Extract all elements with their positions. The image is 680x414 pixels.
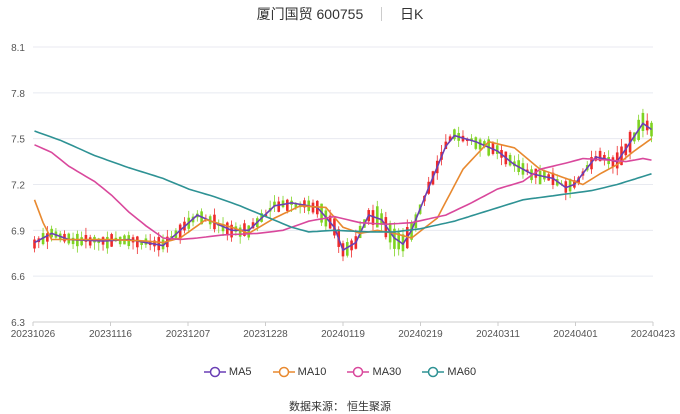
x-tick-label: 20240401: [553, 329, 598, 340]
x-tick-label: 20231228: [243, 329, 288, 340]
legend-item-ma60[interactable]: MA60: [422, 366, 476, 378]
y-tick-label: 7.2: [11, 181, 25, 192]
kline-chart: 6.36.66.97.27.57.88.1 20231026 20231116 20…: [11, 43, 676, 340]
candle-body: [157, 237, 161, 251]
moving-average-lines: [33, 122, 652, 252]
source-name: 恒生聚源: [347, 401, 392, 413]
legend-marker-ma5: [203, 366, 226, 378]
legend-dot-ma60: [428, 366, 439, 378]
y-tick-label: 7.8: [11, 89, 25, 100]
legend-dot-ma5: [209, 366, 221, 378]
x-tick-label: 20240311: [476, 329, 520, 340]
y-tick-label: 7.5: [11, 135, 25, 146]
legend-dot-ma30: [353, 366, 364, 378]
candle-body: [285, 199, 289, 211]
legend-marker-ma30: [347, 366, 370, 378]
candle-body: [641, 112, 645, 131]
legend-label-ma30: MA30: [372, 366, 402, 379]
candle-body: [88, 237, 92, 246]
candle-body: [277, 201, 281, 212]
legend-item-ma5[interactable]: MA5: [203, 366, 252, 379]
legend-marker-ma10: [272, 366, 295, 378]
y-axis-ticks: 6.3 6.6 6.9 7.2 7.5 7.8 8.1: [11, 43, 25, 329]
legend-dot-ma10: [278, 366, 289, 378]
legend: MA5 MA10 MA30 MA60: [0, 366, 680, 378]
candle-body: [474, 137, 478, 149]
ma-line-ma10: [33, 138, 652, 244]
candle-body: [238, 227, 242, 237]
candle-body: [80, 237, 83, 246]
candle-body: [33, 239, 36, 249]
candle-body: [106, 236, 109, 249]
legend-marker-ma60: [422, 366, 445, 378]
y-tick-label: 6.9: [11, 226, 25, 237]
x-tick-label: 20240219: [398, 329, 443, 340]
candle-body: [247, 225, 251, 238]
x-tick-label: 20231026: [11, 329, 56, 340]
ma-line-ma60: [34, 130, 652, 233]
y-tick-label: 8.1: [11, 43, 25, 54]
x-tick-label: 20240119: [321, 329, 365, 340]
legend-label-ma60: MA60: [447, 366, 477, 379]
grid-lines: [33, 46, 653, 323]
candle-body: [495, 145, 499, 154]
data-source: 数据来源： 恒生聚源: [0, 398, 680, 414]
y-tick-label: 6.6: [11, 272, 25, 283]
y-tick-label: 6.3: [11, 318, 25, 329]
legend-label-ma10: MA10: [297, 366, 327, 379]
x-tick-label: 20240423: [631, 329, 676, 340]
source-label: 数据来源：: [288, 401, 344, 413]
x-tick-label: 20231207: [166, 329, 211, 340]
x-axis-ticks: 20231026 20231116 20231207 20231228 20240119…: [11, 322, 676, 340]
candlesticks: [33, 108, 653, 262]
candle-body: [538, 170, 542, 185]
x-tick-label: 20231116: [89, 329, 132, 340]
legend-item-ma10[interactable]: MA10: [272, 366, 327, 379]
ma-line-ma30: [34, 144, 652, 241]
legend-item-ma30[interactable]: MA30: [347, 366, 401, 378]
legend-label-ma5: MA5: [228, 366, 252, 379]
